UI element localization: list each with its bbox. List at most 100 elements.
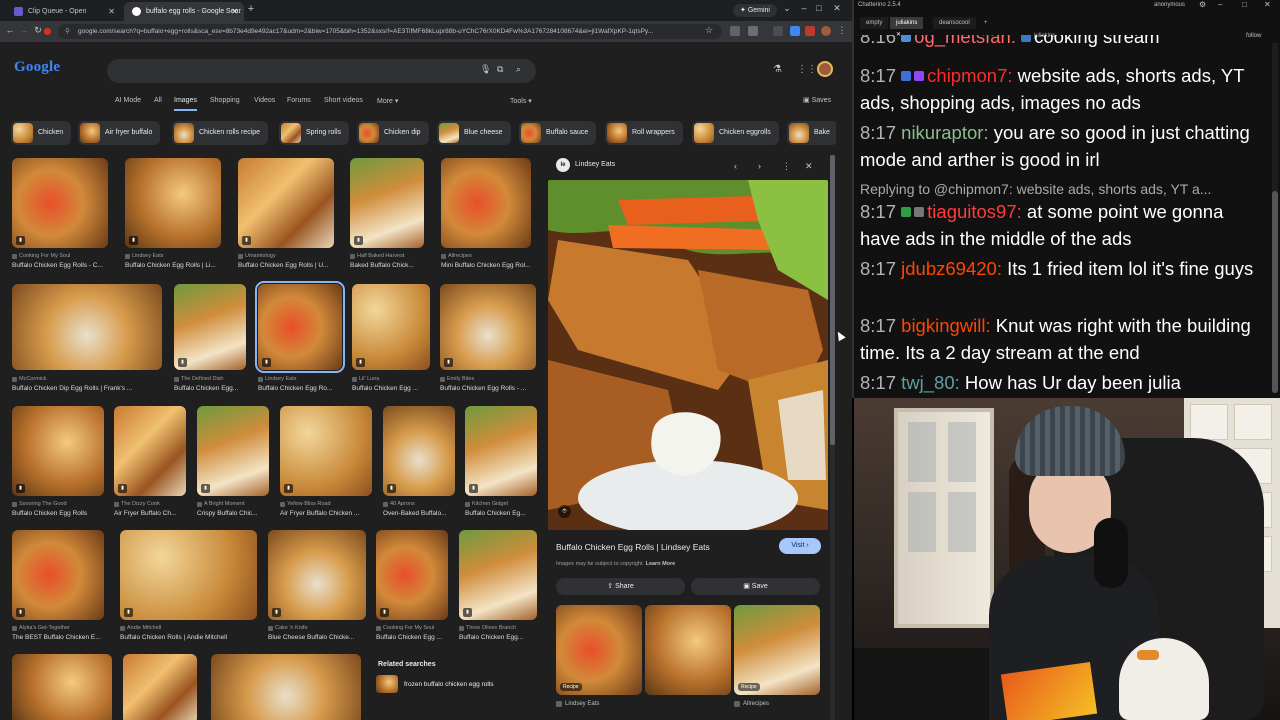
tab-more[interactable]: More ▾ bbox=[377, 97, 398, 105]
visit-button[interactable]: Visit › bbox=[779, 538, 821, 554]
result-title[interactable]: Buffalo Chicken Egg ... bbox=[352, 385, 430, 392]
result-image[interactable] bbox=[123, 654, 197, 720]
chip[interactable]: Roll wrappers bbox=[605, 121, 683, 145]
close-tab-icon[interactable]: ✕ bbox=[231, 2, 238, 21]
message-user[interactable]: nikuraptor: bbox=[901, 122, 988, 143]
search-input[interactable] bbox=[119, 64, 469, 78]
result-image[interactable] bbox=[114, 406, 186, 496]
site-info-icon[interactable]: ⚲ bbox=[65, 24, 70, 39]
tab-short-videos[interactable]: Short videos bbox=[324, 97, 363, 104]
result-image[interactable] bbox=[465, 406, 537, 496]
chevron-down-icon[interactable]: ⌄ bbox=[780, 3, 794, 14]
result-image[interactable] bbox=[350, 158, 424, 248]
labs-flask-icon[interactable]: ⚗ bbox=[773, 64, 782, 75]
result-image[interactable] bbox=[459, 530, 537, 620]
result-image[interactable] bbox=[12, 158, 108, 248]
result-title[interactable]: Crispy Buffalo Chic... bbox=[197, 510, 269, 517]
result-title[interactable]: Air Fryer Buffalo Chicken ... bbox=[280, 510, 372, 517]
preview-image[interactable] bbox=[548, 180, 828, 530]
related-image[interactable] bbox=[645, 605, 731, 695]
chat-tab[interactable]: empty bbox=[860, 17, 889, 29]
tab-ai-mode[interactable]: AI Mode bbox=[115, 97, 141, 104]
result-title[interactable]: Mini Buffalo Chicken Egg Rol... bbox=[441, 262, 531, 269]
extension-icon[interactable] bbox=[790, 26, 800, 36]
address-bar[interactable]: ⚲ google.com/search?q=buffalo+egg+rolls&… bbox=[58, 24, 722, 39]
menu-icon[interactable]: ⋮ bbox=[836, 25, 848, 36]
chip[interactable]: Blue cheese bbox=[437, 121, 511, 145]
result-image[interactable] bbox=[352, 284, 430, 370]
result-image[interactable] bbox=[12, 530, 104, 620]
tab-forums[interactable]: Forums bbox=[287, 97, 311, 104]
result-image[interactable] bbox=[211, 654, 361, 720]
extension-icon[interactable] bbox=[805, 26, 815, 36]
close-window-icon[interactable]: ✕ bbox=[830, 3, 844, 14]
result-image[interactable] bbox=[440, 284, 536, 370]
result-title[interactable]: Buffalo Chicken Egg Rolls bbox=[12, 510, 104, 517]
result-title[interactable]: Buffalo Chicken Egg Ro... bbox=[258, 385, 342, 392]
extension-icon[interactable] bbox=[730, 26, 740, 36]
chip[interactable]: Spring rolls bbox=[279, 121, 350, 145]
google-lens-icon[interactable]: ⌾ bbox=[558, 505, 571, 518]
add-tab-icon[interactable]: + bbox=[978, 17, 994, 29]
result-title[interactable]: Buffalo Chicken Dip Egg Rolls | Frank's … bbox=[12, 385, 162, 392]
more-options-icon[interactable]: ⋮ bbox=[782, 161, 791, 172]
gemini-button[interactable]: ✦ Gemini bbox=[733, 4, 777, 17]
chip[interactable]: Chicken rolls recipe bbox=[172, 121, 269, 145]
maximize-icon[interactable]: □ bbox=[812, 3, 826, 13]
scrollbar-thumb[interactable] bbox=[1272, 191, 1278, 393]
bookmark-star-icon[interactable]: ☆ bbox=[703, 25, 715, 36]
account-avatar[interactable] bbox=[817, 61, 833, 77]
result-title[interactable]: The BEST Buffalo Chicken E... bbox=[12, 634, 104, 641]
result-image[interactable] bbox=[441, 158, 531, 248]
result-title[interactable]: Buffalo Chicken Egg ... bbox=[376, 634, 448, 641]
chat-scrollbar[interactable] bbox=[1272, 43, 1278, 393]
message-user[interactable]: bigkingwill: bbox=[901, 315, 990, 336]
result-image[interactable] bbox=[12, 654, 112, 720]
preview-title[interactable]: Buffalo Chicken Egg Rolls | Lindsey Eats bbox=[556, 542, 710, 552]
chevron-right-icon[interactable]: › bbox=[758, 161, 761, 171]
reload-icon[interactable]: ↻ bbox=[32, 25, 44, 36]
search-box[interactable]: 🎙 ⧉ ⌕ bbox=[107, 59, 536, 83]
microphone-icon[interactable]: 🎙 bbox=[480, 64, 491, 75]
message-user[interactable]: tiaguitos97: bbox=[927, 201, 1022, 222]
result-title[interactable]: Air Fryer Buffalo Ch... bbox=[114, 510, 186, 517]
result-image[interactable] bbox=[255, 281, 345, 373]
related-image[interactable]: Recipe bbox=[734, 605, 820, 695]
result-image[interactable] bbox=[125, 158, 221, 248]
minimize-icon[interactable]: – bbox=[797, 3, 811, 13]
result-title[interactable]: Oven-Baked Buffalo... bbox=[383, 510, 455, 517]
preview-scrollbar[interactable] bbox=[830, 155, 835, 720]
close-tab-icon[interactable]: ✕ bbox=[108, 2, 115, 21]
result-title[interactable]: Buffalo Chicken Eg... bbox=[465, 510, 537, 517]
chip[interactable]: Chicken bbox=[11, 121, 72, 145]
tab-clip-queue[interactable]: Clip Queue - Open ✕ bbox=[6, 2, 121, 21]
related-image[interactable]: Recipe bbox=[556, 605, 642, 695]
save-button[interactable]: ▣ Save bbox=[691, 578, 820, 595]
tools-button[interactable]: Tools ▾ bbox=[510, 97, 532, 105]
tab-google-search[interactable]: buffalo egg rolls - Google Sear ✕ bbox=[124, 2, 244, 21]
result-image[interactable] bbox=[197, 406, 269, 496]
chevron-left-icon[interactable]: ‹ bbox=[734, 161, 737, 171]
forward-icon[interactable]: → bbox=[18, 25, 30, 35]
result-title[interactable]: Buffalo Chicken Egg... bbox=[174, 385, 246, 392]
close-icon[interactable]: ✕ bbox=[805, 161, 813, 172]
tab-images[interactable]: Images bbox=[174, 97, 197, 111]
tab-shopping[interactable]: Shopping bbox=[210, 97, 240, 104]
result-image[interactable] bbox=[120, 530, 257, 620]
result-title[interactable]: Buffalo Chicken Egg Rolls | Li... bbox=[125, 262, 221, 269]
preview-source[interactable]: le Lindsey Eats bbox=[556, 158, 615, 172]
account-name[interactable]: anonymous bbox=[1154, 2, 1185, 8]
chat-tab[interactable]: deansocool bbox=[933, 17, 976, 29]
result-image[interactable] bbox=[376, 530, 448, 620]
tab-videos[interactable]: Videos bbox=[254, 97, 275, 104]
profile-avatar[interactable] bbox=[821, 26, 831, 36]
result-image[interactable] bbox=[12, 284, 162, 370]
result-title[interactable]: Buffalo Chicken Egg Rolls | U... bbox=[238, 262, 334, 269]
share-button[interactable]: ⇪ Share bbox=[556, 578, 685, 595]
search-icon[interactable]: ⌕ bbox=[516, 64, 521, 75]
result-image[interactable] bbox=[12, 406, 104, 496]
extension-icon[interactable] bbox=[44, 28, 51, 35]
message-user[interactable]: jdubz69420: bbox=[901, 258, 1002, 279]
tab-all[interactable]: All bbox=[154, 97, 162, 104]
result-image[interactable] bbox=[383, 406, 455, 496]
